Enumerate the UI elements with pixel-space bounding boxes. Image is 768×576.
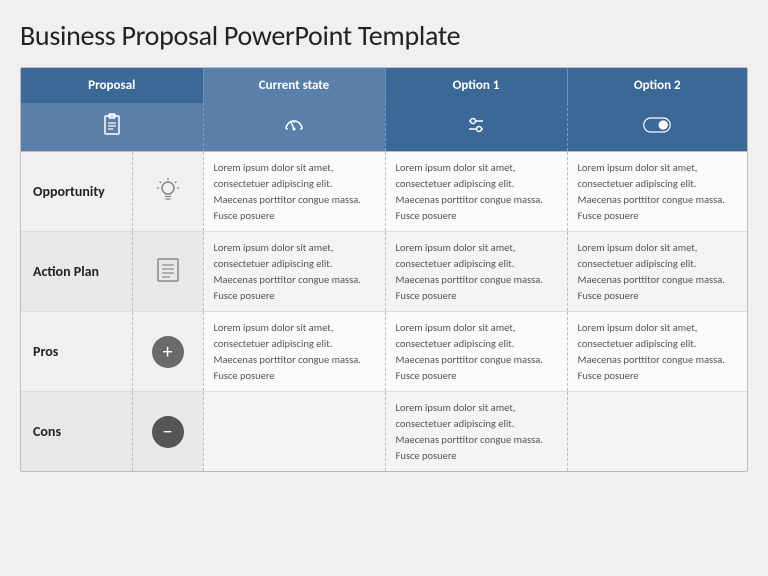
toggle-icon: [643, 111, 671, 139]
lorem-text: Lorem ipsum dolor sit amet, consectetuer…: [396, 241, 543, 301]
row-opportunity: Opportunity Lorem ipsum: [21, 152, 747, 232]
content-opportunity-opt2: Lorem ipsum dolor sit amet, consectetuer…: [567, 152, 747, 232]
content-actionplan-opt2: Lorem ipsum dolor sit amet, consectetuer…: [567, 232, 747, 312]
plus-icon: +: [152, 336, 184, 368]
icon-cell-option1: [385, 103, 567, 152]
content-actionplan-current: Lorem ipsum dolor sit amet, consectetuer…: [203, 232, 385, 312]
lorem-text: Lorem ipsum dolor sit amet, consectetuer…: [396, 401, 543, 461]
content-pros-opt1: Lorem ipsum dolor sit amet, consectetuer…: [385, 312, 567, 392]
content-actionplan-opt1: Lorem ipsum dolor sit amet, consectetuer…: [385, 232, 567, 312]
label-cons: Cons: [21, 392, 132, 472]
icon-opportunity: [132, 152, 203, 232]
icon-cell-current: [203, 103, 385, 152]
lorem-text: Lorem ipsum dolor sit amet, consectetuer…: [214, 241, 361, 301]
header-proposal: Proposal: [21, 68, 203, 103]
lorem-text: Lorem ipsum dolor sit amet, consectetuer…: [214, 161, 361, 221]
row-pros: Pros + Lorem ipsum dolor sit amet, conse…: [21, 312, 747, 392]
lorem-text: Lorem ipsum dolor sit amet, consectetuer…: [578, 321, 725, 381]
content-opportunity-opt1: Lorem ipsum dolor sit amet, consectetuer…: [385, 152, 567, 232]
page: Business Proposal PowerPoint Template Pr…: [0, 0, 768, 576]
row-cons: Cons − Lorem ipsum dolor sit amet, conse…: [21, 392, 747, 472]
icon-cell-option2: [567, 103, 747, 152]
header-option2: Option 2: [567, 68, 747, 103]
lorem-text: Lorem ipsum dolor sit amet, consectetuer…: [396, 161, 543, 221]
clipboard-icon: [98, 111, 126, 139]
lightbulb-icon: [153, 175, 183, 205]
content-opportunity-current: Lorem ipsum dolor sit amet, consectetuer…: [203, 152, 385, 232]
lorem-text: Lorem ipsum dolor sit amet, consectetuer…: [578, 161, 725, 221]
header-row: Proposal Current state Option 1 Option 2: [21, 68, 747, 103]
sliders-icon: [462, 111, 490, 139]
lorem-text: Lorem ipsum dolor sit amet, consectetuer…: [214, 321, 361, 381]
content-pros-opt2: Lorem ipsum dolor sit amet, consectetuer…: [567, 312, 747, 392]
row-actionplan: Action Plan Lorem ipsum dolor sit amet, …: [21, 232, 747, 312]
header-current-state: Current state: [203, 68, 385, 103]
content-cons-opt2: [567, 392, 747, 472]
icon-pros: +: [132, 312, 203, 392]
header-option1: Option 1: [385, 68, 567, 103]
proposal-table: Proposal Current state Option 1 Option 2: [20, 67, 748, 472]
content-cons-opt1: Lorem ipsum dolor sit amet, consectetuer…: [385, 392, 567, 472]
icon-row: [21, 103, 747, 152]
speedometer-icon: [280, 111, 308, 139]
label-actionplan: Action Plan: [21, 232, 132, 312]
content-pros-current: Lorem ipsum dolor sit amet, consectetuer…: [203, 312, 385, 392]
lorem-text: Lorem ipsum dolor sit amet, consectetuer…: [396, 321, 543, 381]
minus-icon: −: [152, 416, 184, 448]
icon-cell-proposal: [21, 103, 203, 152]
label-pros: Pros: [21, 312, 132, 392]
lorem-text: Lorem ipsum dolor sit amet, consectetuer…: [578, 241, 725, 301]
list-icon: [153, 255, 183, 285]
icon-actionplan: [132, 232, 203, 312]
page-title: Business Proposal PowerPoint Template: [20, 18, 748, 53]
icon-cons: −: [132, 392, 203, 472]
content-cons-current: [203, 392, 385, 472]
label-opportunity: Opportunity: [21, 152, 132, 232]
